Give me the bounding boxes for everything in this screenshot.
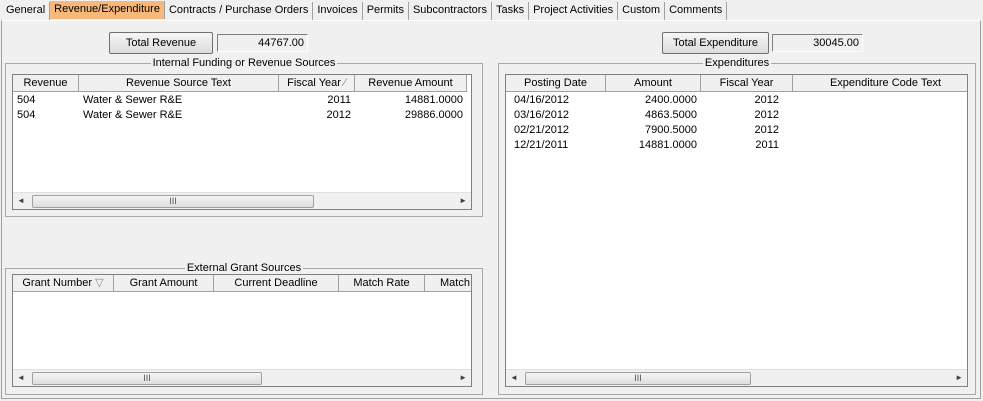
thumb-grip-icon: III (634, 373, 642, 383)
tab-comments[interactable]: Comments (665, 2, 728, 21)
total-revenue-button[interactable]: Total Revenue (109, 32, 213, 54)
cell-revenue: 504 (17, 109, 36, 121)
cell-posting-date: 04/16/2012 (514, 94, 570, 106)
table-row[interactable]: 504 Water & Sewer R&E 2011 14881.0000 (13, 93, 467, 108)
revenue-grid[interactable]: Revenue Revenue Source Text Fiscal Year … (12, 74, 472, 210)
col-grant-number[interactable]: Grant Number ▽ (13, 275, 114, 291)
col-amount[interactable]: Amount (606, 75, 701, 91)
scroll-right-icon[interactable]: ► (955, 373, 963, 382)
internal-funding-title: Internal Funding or Revenue Sources (150, 57, 338, 69)
tab-revenue-expenditure[interactable]: Revenue/Expenditure (50, 1, 165, 19)
scroll-left-icon[interactable]: ◄ (17, 373, 25, 382)
col-posting-date[interactable]: Posting Date (506, 75, 606, 91)
expenditure-grid-header: Posting Date Amount Fiscal Year Expendit… (506, 75, 967, 92)
table-row[interactable]: 04/16/2012 2400.0000 2012 (506, 93, 967, 108)
scroll-right-icon[interactable]: ► (459, 373, 467, 382)
tab-tasks[interactable]: Tasks (492, 2, 530, 21)
grant-grid[interactable]: Grant Number ▽ Grant Amount Current Dead… (12, 274, 472, 387)
tab-contracts-purchase-orders[interactable]: Contracts / Purchase Orders (165, 2, 314, 21)
cell-source-text: Water & Sewer R&E (83, 109, 183, 121)
col-fiscal-year[interactable]: Fiscal Year ⁄ (279, 75, 355, 91)
table-row[interactable]: 12/21/2011 14881.0000 2011 (506, 138, 967, 153)
expenditures-title: Expenditures (702, 57, 772, 69)
revenue-hscrollbar[interactable]: ◄ III ► (13, 192, 471, 209)
sort-desc-icon: ▽ (95, 277, 104, 289)
total-expenditure-value: 30045.00 (772, 34, 863, 52)
revenue-grid-header: Revenue Revenue Source Text Fiscal Year … (13, 75, 467, 92)
tab-permits[interactable]: Permits (363, 2, 409, 21)
cell-amount: 14881.0000 (404, 94, 463, 106)
tab-bar: General Revenue/Expenditure Contracts / … (2, 1, 728, 22)
cell-fiscal-year: 2011 (327, 94, 351, 106)
total-revenue-value: 44767.00 (217, 34, 308, 52)
cell-fiscal-year: 2012 (326, 109, 351, 121)
sort-asc-icon: ⁄ (344, 77, 346, 89)
cell-posting-date: 02/21/2012 (514, 124, 570, 136)
table-row[interactable]: 03/16/2012 4863.5000 2012 (506, 108, 967, 123)
cell-amount: 4863.5000 (645, 109, 697, 121)
table-row[interactable]: 504 Water & Sewer R&E 2012 29886.0000 (13, 108, 467, 123)
cell-amount: 14881.0000 (638, 139, 697, 151)
col-current-deadline[interactable]: Current Deadline (214, 275, 339, 291)
col-revenue-source-text[interactable]: Revenue Source Text (79, 75, 279, 91)
scroll-left-icon[interactable]: ◄ (510, 373, 518, 382)
expenditure-grid[interactable]: Posting Date Amount Fiscal Year Expendit… (505, 74, 968, 387)
cell-code-text (793, 93, 967, 108)
total-expenditure-button[interactable]: Total Expenditure (662, 32, 769, 54)
cell-fiscal-year: 2012 (754, 94, 779, 106)
cell-code-text (793, 123, 967, 138)
col-revenue-amount[interactable]: Revenue Amount (355, 75, 467, 91)
tab-project-activities[interactable]: Project Activities (529, 2, 619, 21)
scroll-left-icon[interactable]: ◄ (17, 196, 25, 205)
cell-posting-date: 03/16/2012 (514, 109, 570, 121)
tab-custom[interactable]: Custom (618, 2, 666, 21)
col-grant-amount[interactable]: Grant Amount (114, 275, 214, 291)
scroll-right-icon[interactable]: ► (459, 196, 467, 205)
col-revenue[interactable]: Revenue (13, 75, 79, 91)
cell-amount: 2400.0000 (645, 94, 697, 106)
scroll-thumb[interactable]: III (32, 372, 262, 385)
cell-fiscal-year: 2012 (754, 124, 779, 136)
scroll-thumb[interactable]: III (32, 195, 314, 208)
cell-code-text (793, 108, 967, 123)
cell-fiscal-year: 2011 (755, 139, 779, 151)
cell-fiscal-year: 2012 (754, 109, 779, 121)
cell-amount: 29886.0000 (404, 109, 463, 121)
cell-code-text (793, 138, 967, 153)
table-row[interactable]: 02/21/2012 7900.5000 2012 (506, 123, 967, 138)
expenditure-hscrollbar[interactable]: ◄ III ► (506, 369, 967, 386)
cell-source-text: Water & Sewer R&E (83, 94, 183, 106)
col-fiscal-year[interactable]: Fiscal Year (701, 75, 793, 91)
tab-general[interactable]: General (2, 2, 51, 21)
tab-subcontractors[interactable]: Subcontractors (409, 2, 492, 21)
scroll-thumb[interactable]: III (525, 372, 751, 385)
grant-hscrollbar[interactable]: ◄ III ► (13, 369, 471, 386)
cell-revenue: 504 (17, 94, 36, 106)
col-expenditure-code-text[interactable]: Expenditure Code Text (793, 75, 967, 91)
tab-invoices[interactable]: Invoices (313, 2, 363, 21)
cell-amount: 7900.5000 (645, 124, 697, 136)
thumb-grip-icon: III (169, 196, 177, 206)
col-match[interactable]: Match (425, 275, 471, 291)
thumb-grip-icon: III (143, 373, 151, 383)
grant-grid-header: Grant Number ▽ Grant Amount Current Dead… (13, 275, 471, 292)
external-grant-title: External Grant Sources (184, 262, 304, 274)
col-match-rate[interactable]: Match Rate (339, 275, 425, 291)
cell-posting-date: 12/21/2011 (514, 139, 569, 151)
